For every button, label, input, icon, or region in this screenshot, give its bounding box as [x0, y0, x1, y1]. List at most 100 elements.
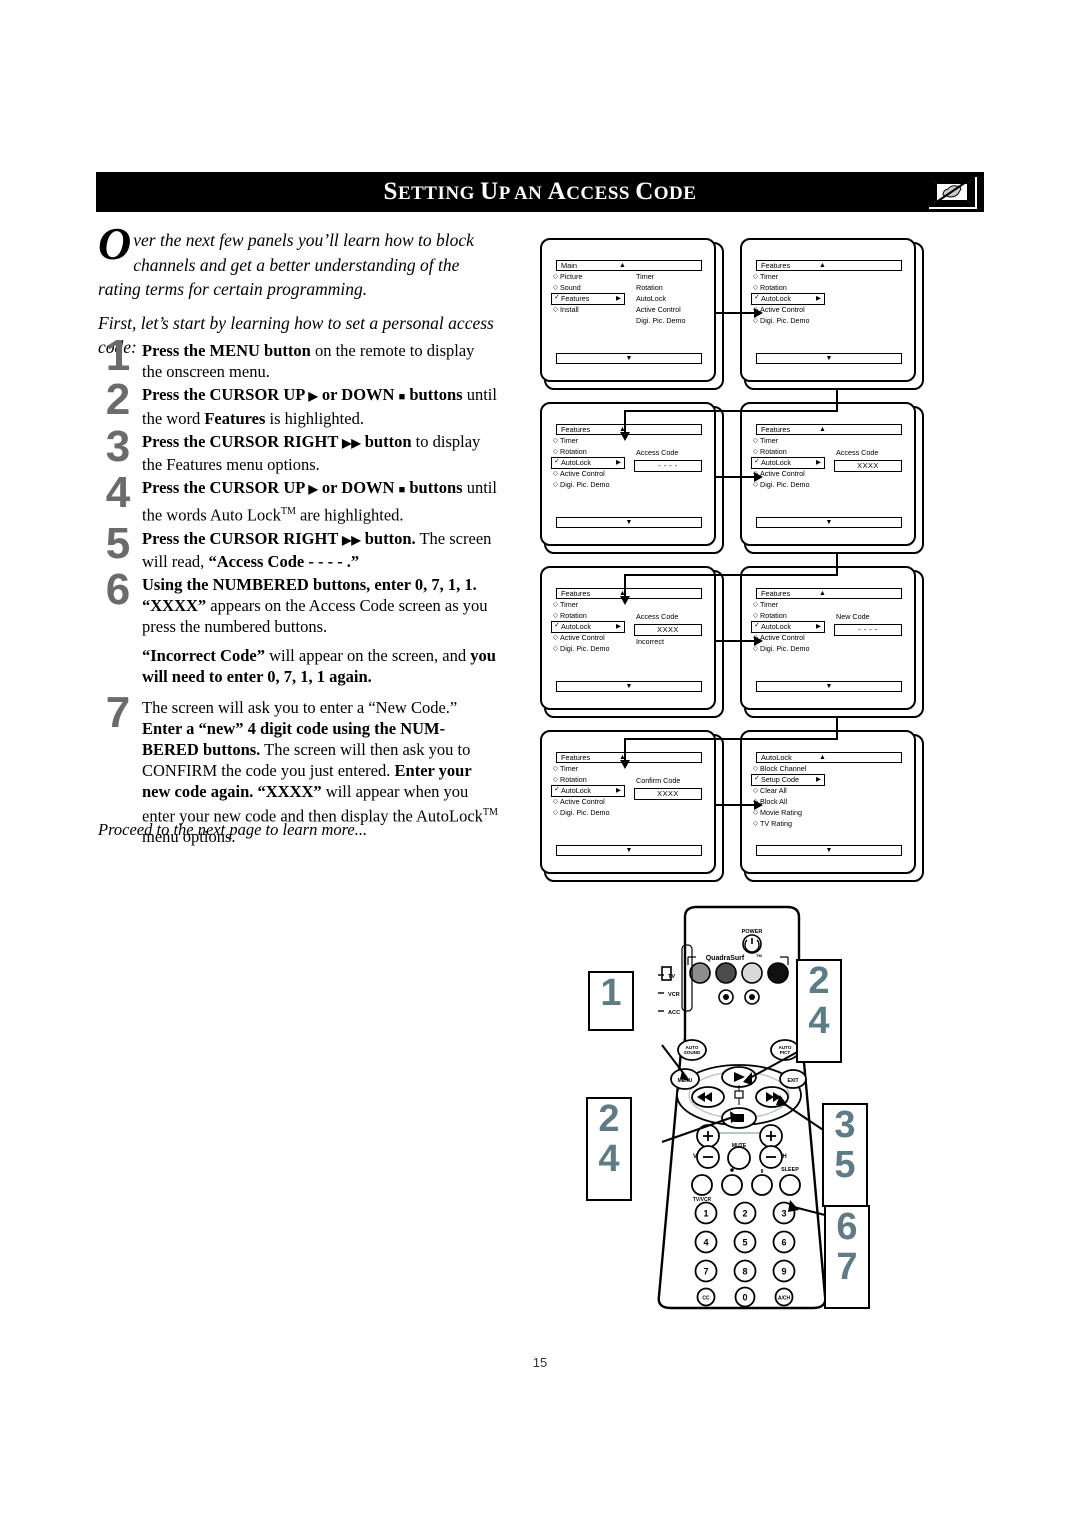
osd-bottom-bar[interactable]: ▼: [756, 845, 902, 856]
step-1-text: Press the MENU button on the remote to d…: [142, 341, 475, 381]
menu-row-selected[interactable]: ✓ AutoLock ▶: [751, 293, 902, 306]
value-field[interactable]: XXXX: [834, 460, 902, 472]
osd-item-list: ◇ Picture ◇ Sound ✓ Features ▶ ◇ Install Timer Rot…: [551, 272, 702, 340]
diamond-bullet-icon: ◇: [553, 809, 558, 817]
step-1-number: 1: [105, 331, 131, 380]
screen-1-main-menu: Main ▲ ◇ Picture ◇ Sound ✓ Features ▶ ◇ Install Tim…: [540, 238, 724, 390]
osd-title-bar: Features ▲: [756, 588, 902, 599]
scroll-down-icon: ▼: [825, 847, 833, 854]
callout-6-7-line-0: 6: [836, 1206, 858, 1248]
menu-item-label: AutoLock: [761, 621, 791, 631]
menu-item-label: Digi. Pic. Demo: [760, 644, 810, 654]
osd-item-list: ◇ Block Channel ✓ Setup Code ▶ ◇ Clear All ◇ Blo…: [751, 764, 902, 832]
menu-item-highlight: ✓ AutoLock ▶: [751, 457, 825, 470]
scroll-down-icon: ▼: [625, 847, 633, 854]
scroll-down-icon: ▼: [825, 519, 833, 526]
osd-title: Features: [761, 425, 791, 434]
status-text: Incorrect: [636, 637, 664, 646]
scroll-down-icon: ▼: [825, 355, 833, 362]
scroll-up-icon[interactable]: ▲: [819, 590, 826, 598]
value-field-text: XXXX: [657, 789, 679, 798]
menu-row[interactable]: ◇ Digi. Pic. Demo: [753, 480, 902, 492]
menu-row[interactable]: ◇ Clear All: [753, 785, 902, 797]
menu-row[interactable]: ◇ Active Control: [753, 305, 902, 317]
menu-item-highlight: ✓ Setup Code ▶: [751, 774, 825, 787]
menu-row[interactable]: ◇ Timer: [753, 436, 902, 447]
manual-page: SETTING UP AN ACCESS CODE Over the next …: [0, 0, 1080, 1528]
diamond-bullet-icon: ◇: [553, 645, 558, 653]
scroll-up-icon[interactable]: ▲: [819, 754, 826, 762]
menu-row[interactable]: ◇ Digi. Pic. Demo: [553, 644, 702, 656]
step-1: 1 Press the MENU button on the remote to …: [98, 334, 498, 382]
value-field[interactable]: XXXX: [634, 788, 702, 800]
menu-item-label: Clear All: [760, 785, 787, 795]
osd-bottom-bar[interactable]: ▼: [556, 353, 702, 364]
osd-bottom-bar[interactable]: ▼: [756, 353, 902, 364]
osd-bottom-bar[interactable]: ▼: [556, 517, 702, 528]
diamond-bullet-icon: ◇: [553, 764, 558, 772]
menu-item-label: Sound: [560, 282, 581, 292]
scroll-up-icon[interactable]: ▲: [819, 426, 826, 434]
value-label: Access Code: [636, 612, 679, 621]
screen-5-incorrect-code: Features ▲ ◇ Timer ◇ Rotation ✓ AutoLock ▶ ◇ Activ…: [540, 566, 724, 718]
diamond-bullet-icon: ◇: [553, 481, 558, 489]
value-field[interactable]: - - - -: [834, 624, 902, 636]
flow-connector: [624, 574, 626, 596]
svg-text:7: 7: [703, 1267, 708, 1277]
check-icon: ✓: [754, 622, 760, 630]
diamond-bullet-icon: ◇: [753, 436, 758, 444]
callout-3-5: 3 5: [822, 1103, 868, 1207]
check-icon: ✓: [554, 458, 560, 466]
step-6: 6 Using the NUMBERED buttons, enter 0, 7,…: [98, 567, 498, 637]
osd-menu: Features ▲ ◇ Timer ◇ Rotation ✓ AutoLock ▶ ◇ Activ…: [751, 424, 902, 528]
chevron-right-icon: ▶: [816, 622, 821, 630]
menu-row[interactable]: ◇ Timer: [753, 271, 902, 283]
incorrect-code-note: “Incorrect Code” will appear on the scre…: [142, 645, 496, 686]
menu-item-label: Timer: [760, 271, 779, 281]
osd-item-list: ◇ Timer ◇ Rotation ✓ AutoLock ▶ ◇ Active Control…: [551, 600, 702, 668]
osd-bottom-bar[interactable]: ▼: [556, 681, 702, 692]
menu-row-selected[interactable]: ✓ Setup Code ▶: [751, 774, 902, 787]
menu-row[interactable]: ◇ Digi. Pic. Demo: [753, 644, 902, 656]
menu-row[interactable]: ◇ Digi. Pic. Demo: [553, 808, 702, 820]
callout-1-line-0: 1: [600, 972, 622, 1014]
svg-text:5: 5: [742, 1238, 747, 1248]
menu-row[interactable]: ◇ Block All: [753, 797, 902, 809]
page-number: 15: [532, 1355, 548, 1370]
menu-row[interactable]: ◇ Digi. Pic. Demo: [753, 316, 902, 328]
step-4-text: Press the CURSOR UP ▶ or DOWN ■ buttons …: [142, 478, 497, 525]
osd-bottom-bar[interactable]: ▼: [556, 845, 702, 856]
step-5-number: 5: [105, 518, 131, 568]
menu-right-item: Rotation: [636, 282, 663, 292]
menu-row[interactable]: ◇ Timer: [753, 600, 902, 611]
diamond-bullet-icon: ◇: [553, 470, 558, 478]
menu-item-label: Movie Rating: [760, 808, 802, 818]
osd-bottom-bar[interactable]: ▼: [756, 517, 902, 528]
value-label: New Code: [836, 612, 870, 621]
menu-item-highlight: ✓ AutoLock ▶: [551, 785, 625, 798]
callout-2-4-line-0: 2: [808, 960, 830, 1002]
value-field[interactable]: XXXX: [634, 624, 702, 636]
menu-row[interactable]: ◇ Digi. Pic. Demo: [553, 480, 702, 492]
scroll-down-icon: ▼: [625, 683, 633, 690]
osd-title: Features: [761, 589, 791, 598]
menu-row[interactable]: ◇ TV Rating: [753, 820, 902, 831]
menu-item-label: Active Control: [560, 797, 605, 807]
step-3-number: 3: [105, 422, 131, 471]
scroll-up-icon[interactable]: ▲: [619, 262, 626, 270]
scroll-down-icon: ▼: [625, 355, 633, 362]
osd-bottom-bar[interactable]: ▼: [756, 681, 902, 692]
flow-arrow-right: [754, 800, 763, 810]
scroll-up-icon[interactable]: ▲: [819, 262, 826, 270]
menu-row[interactable]: ◇ Movie Rating: [753, 808, 902, 820]
value-label: Access Code: [836, 448, 879, 457]
chevron-right-icon: ▶: [616, 622, 621, 630]
menu-item-label: Digi. Pic. Demo: [560, 480, 610, 490]
diamond-bullet-icon: ◇: [753, 317, 758, 325]
flow-connector: [716, 312, 754, 314]
osd-item-list: ◇ Timer ◇ Rotation ✓ AutoLock ▶ ◇ Active Control…: [751, 271, 902, 340]
step-5-text: Press the CURSOR RIGHT ▶▶ button. The sc…: [142, 528, 492, 571]
flow-arrow-right: [754, 472, 763, 482]
callout-6-7-line-1: 7: [836, 1246, 858, 1288]
value-field[interactable]: - - - -: [634, 460, 702, 472]
